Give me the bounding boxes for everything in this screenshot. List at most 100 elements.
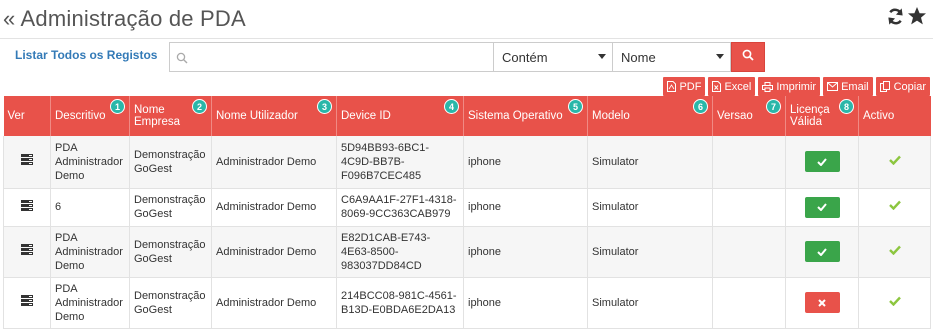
view-record-icon[interactable]: [21, 295, 33, 310]
search-icon: [742, 48, 754, 66]
license-valid-button[interactable]: [804, 151, 840, 173]
header-actions: [885, 6, 927, 26]
search-button[interactable]: [731, 42, 765, 72]
pda-table: Ver Descritivo 1 Nome Empresa 2 Nome Utili…: [3, 96, 931, 329]
refresh-icon[interactable]: [885, 6, 905, 26]
cell-versao: [712, 277, 786, 329]
cell-activo: [858, 188, 931, 227]
check-icon: [888, 155, 901, 168]
column-header-nome-empresa[interactable]: Nome Empresa 2: [129, 96, 212, 136]
cell-sistema-operativo: iphone: [463, 136, 588, 189]
column-header-descritivo[interactable]: Descritivo 1: [50, 96, 130, 136]
column-header-label: Licença Válida: [790, 104, 830, 128]
cell-descritivo: PDA Administrador Demo: [50, 277, 130, 329]
cell-modelo: Simulator: [587, 136, 713, 189]
view-cell: [3, 136, 51, 189]
email-icon: [827, 82, 839, 91]
cell-nome-utilizador: Administrador Demo: [211, 277, 337, 329]
view-cell: [3, 226, 51, 278]
list-all-link[interactable]: Listar Todos os Registos: [15, 48, 157, 62]
search-input[interactable]: [192, 43, 490, 71]
export-excel-label: Excel: [724, 80, 752, 93]
cell-device-id: 5D94BB93-6BC1-4C9D-BB7B-F096B7CEC485: [336, 136, 464, 189]
operator-select-value: Contém: [502, 50, 548, 65]
export-email-label: Email: [841, 80, 869, 93]
column-header-label: Sistema Operativo: [468, 110, 563, 122]
column-header-nome-utilizador[interactable]: Nome Utilizador 3: [211, 96, 337, 136]
check-icon: [888, 245, 901, 258]
view-record-icon[interactable]: [21, 199, 33, 215]
cell-licenca-valida: [785, 188, 859, 227]
cell-licenca-valida: [785, 226, 859, 278]
cell-activo: [858, 136, 931, 189]
column-header-label: Ver: [7, 110, 25, 122]
column-number-badge: 1: [110, 99, 125, 114]
table-header-row: Ver Descritivo 1 Nome Empresa 2 Nome Utili…: [3, 96, 931, 136]
license-invalid-button[interactable]: [804, 292, 840, 313]
cell-versao: [712, 136, 786, 189]
cell-activo: [858, 277, 931, 329]
table-row[interactable]: PDA Administrador Demo Demonstração GoGe…: [3, 136, 931, 189]
cell-modelo: Simulator: [587, 277, 713, 329]
view-record-icon[interactable]: [21, 244, 33, 259]
export-copy-button[interactable]: Copiar: [875, 77, 930, 96]
column-header-label: Device ID: [341, 110, 391, 122]
column-header-sistema-operativo[interactable]: Sistema Operativo 5: [463, 96, 588, 136]
table-row[interactable]: PDA Administrador Demo Demonstração GoGe…: [3, 277, 931, 329]
license-valid-button[interactable]: [804, 241, 840, 262]
cell-sistema-operativo: iphone: [463, 188, 588, 227]
column-header-activo[interactable]: Activo: [858, 96, 931, 136]
column-header-label: Versao: [717, 110, 753, 122]
table-row[interactable]: PDA Administrador Demo Demonstração GoGe…: [3, 226, 931, 278]
chevron-down-icon: [598, 54, 606, 59]
cell-licenca-valida: [785, 277, 859, 329]
field-select-value: Nome: [621, 50, 656, 65]
cell-modelo: Simulator: [587, 188, 713, 227]
column-header-ver[interactable]: Ver: [3, 96, 51, 136]
column-header-modelo[interactable]: Modelo 6: [587, 96, 713, 136]
page-title: « Administração de PDA: [3, 6, 246, 31]
field-select[interactable]: Nome: [612, 42, 731, 72]
export-pdf-button[interactable]: PDF: [663, 77, 706, 96]
cell-licenca-valida: [785, 136, 859, 189]
column-header-versao[interactable]: Versao 7: [712, 96, 786, 136]
cell-device-id: E82D1CAB-E743-4E63-8500-983037DD84CD: [336, 226, 464, 278]
export-copy-label: Copiar: [893, 80, 926, 93]
cell-descritivo: PDA Administrador Demo: [50, 136, 130, 189]
cell-versao: [712, 226, 786, 278]
table-row[interactable]: 6 Demonstração GoGest Administrador Demo…: [3, 188, 931, 227]
column-number-badge: 2: [192, 99, 207, 114]
column-header-label: Nome Utilizador: [216, 110, 298, 122]
cell-device-id: C6A9AA1F-27F1-4318-8069-9CC363CAB979: [336, 188, 464, 227]
column-header-label: Nome Empresa: [134, 104, 181, 128]
print-icon: [762, 81, 774, 92]
operator-select[interactable]: Contém: [493, 42, 613, 72]
column-number-badge: 5: [568, 99, 583, 114]
view-record-icon[interactable]: [21, 154, 33, 169]
cell-nome-empresa: Demonstração GoGest: [129, 188, 212, 227]
export-excel-button[interactable]: Excel: [708, 77, 756, 96]
license-valid-button[interactable]: [804, 196, 840, 218]
export-email-button[interactable]: Email: [823, 77, 873, 96]
view-cell: [3, 188, 51, 227]
column-header-label: Modelo: [592, 110, 630, 122]
cell-nome-utilizador: Administrador Demo: [211, 188, 337, 227]
cell-sistema-operativo: iphone: [463, 277, 588, 329]
star-icon[interactable]: [907, 6, 927, 26]
cell-activo: [858, 226, 931, 278]
cell-nome-utilizador: Administrador Demo: [211, 136, 337, 189]
column-header-device-id[interactable]: Device ID 4: [336, 96, 464, 136]
export-print-button[interactable]: Imprimir: [758, 77, 821, 96]
column-header-licenca-valida[interactable]: Licença Válida 8: [785, 96, 859, 136]
column-number-badge: 7: [766, 99, 781, 114]
search-icon: [176, 51, 188, 69]
cell-sistema-operativo: iphone: [463, 226, 588, 278]
cell-device-id: 214BCC08-981C-4561-B13D-E0BDA6E2DA13: [336, 277, 464, 329]
view-cell: [3, 277, 51, 329]
column-number-badge: 3: [317, 99, 332, 114]
copy-icon: [879, 81, 891, 92]
excel-icon: [712, 81, 722, 92]
pdf-icon: [667, 81, 677, 92]
column-header-label: Activo: [863, 110, 895, 122]
title-divider: [0, 38, 933, 39]
